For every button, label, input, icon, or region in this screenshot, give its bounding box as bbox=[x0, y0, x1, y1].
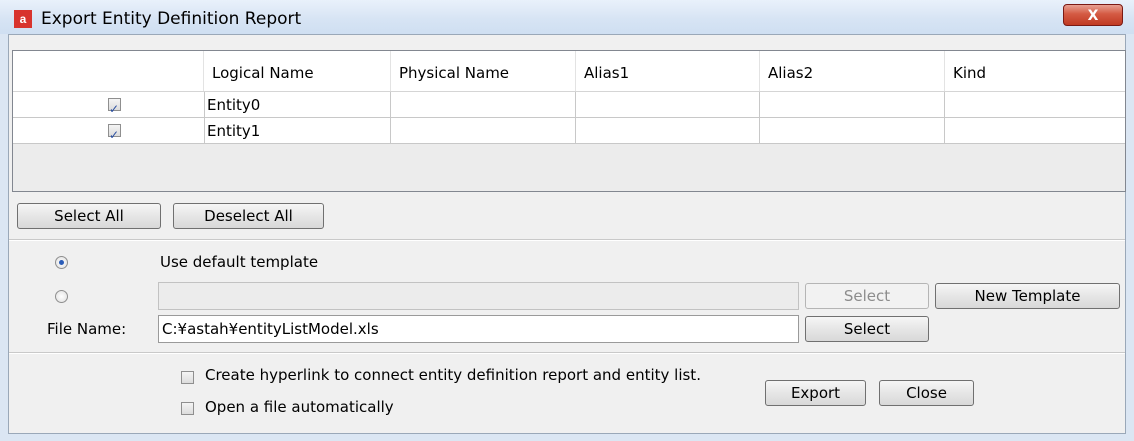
header-logical-name[interactable]: Logical Name bbox=[204, 51, 391, 91]
cell-alias1[interactable] bbox=[576, 118, 760, 144]
cell-alias1[interactable] bbox=[576, 92, 760, 118]
window-title: Export Entity Definition Report bbox=[41, 9, 302, 29]
cell-physical-name[interactable] bbox=[391, 118, 576, 144]
separator bbox=[9, 352, 1125, 354]
custom-template-path-field[interactable] bbox=[158, 282, 799, 310]
custom-template-radio[interactable] bbox=[55, 290, 68, 303]
header-kind[interactable]: Kind bbox=[945, 51, 1125, 91]
hyperlink-checkbox-label[interactable]: Create hyperlink to connect entity defin… bbox=[205, 366, 701, 384]
window-close-button[interactable]: X bbox=[1063, 4, 1123, 26]
open-auto-checkbox[interactable] bbox=[181, 402, 194, 415]
export-button[interactable]: Export bbox=[765, 380, 866, 406]
header-alias1[interactable]: Alias1 bbox=[576, 51, 760, 91]
file-name-label: File Name: bbox=[47, 320, 127, 338]
select-all-button[interactable]: Select All bbox=[17, 203, 161, 229]
cell-alias2[interactable] bbox=[760, 92, 945, 118]
default-template-label: Use default template bbox=[160, 253, 319, 271]
file-name-field[interactable]: C:¥astah¥entityListModel.xls bbox=[158, 315, 799, 343]
cell-logical-name[interactable]: Entity1 bbox=[205, 118, 391, 144]
new-template-button[interactable]: New Template bbox=[935, 283, 1120, 309]
open-auto-checkbox-label[interactable]: Open a file automatically bbox=[205, 398, 394, 416]
cell-kind[interactable] bbox=[945, 118, 1125, 144]
table-header: Logical Name Physical Name Alias1 Alias2… bbox=[13, 51, 1125, 92]
cell-alias2[interactable] bbox=[760, 118, 945, 144]
default-template-radio[interactable] bbox=[55, 256, 68, 269]
header-checkbox-column bbox=[13, 51, 204, 91]
header-alias2[interactable]: Alias2 bbox=[760, 51, 945, 91]
close-button[interactable]: Close bbox=[879, 380, 974, 406]
file-select-button[interactable]: Select bbox=[805, 316, 929, 342]
hyperlink-checkbox[interactable] bbox=[181, 371, 194, 384]
cell-kind[interactable] bbox=[945, 92, 1125, 118]
row-checkbox-cell[interactable] bbox=[13, 92, 205, 122]
row-checkbox-cell[interactable] bbox=[13, 118, 205, 148]
header-physical-name[interactable]: Physical Name bbox=[391, 51, 576, 91]
row-checkbox[interactable] bbox=[108, 96, 121, 122]
template-select-button[interactable]: Select bbox=[805, 283, 929, 309]
row-checkbox[interactable] bbox=[108, 122, 121, 148]
cell-logical-name[interactable]: Entity0 bbox=[205, 92, 391, 118]
table-row[interactable]: Entity1 bbox=[13, 118, 1125, 148]
deselect-all-button[interactable]: Deselect All bbox=[173, 203, 324, 229]
cell-physical-name[interactable] bbox=[391, 92, 576, 118]
separator bbox=[9, 239, 1125, 241]
table-row[interactable]: Entity0 bbox=[13, 92, 1125, 122]
title-bar[interactable]: a Export Entity Definition Report X bbox=[0, 0, 1134, 34]
astah-app-icon: a bbox=[14, 10, 32, 28]
